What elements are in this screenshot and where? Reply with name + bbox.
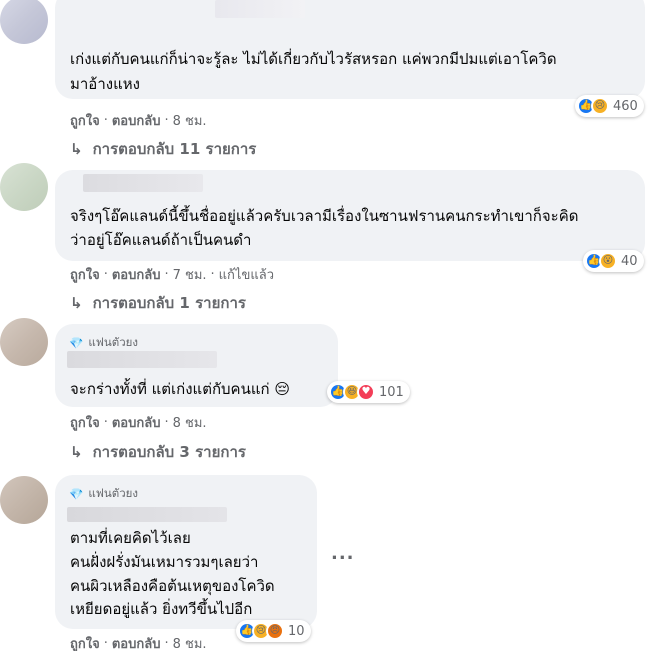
comment-text-line: มาอ้างแหง <box>70 75 140 93</box>
reaction-count: 460 <box>613 98 638 114</box>
reply-button[interactable]: ตอบกลับ <box>112 633 161 651</box>
reaction-summary[interactable]: 👍 😢 😠 10 <box>236 620 311 642</box>
like-button[interactable]: ถูกใจ <box>70 264 100 285</box>
comment-actions: ถูกใจ · ตอบกลับ · 8 ชม. <box>70 110 207 131</box>
more-options-button[interactable]: ... <box>331 543 355 564</box>
reply-arrow-icon: ↳ <box>70 294 83 312</box>
view-replies-link[interactable]: ↳ การตอบกลับ 3 รายการ <box>70 440 246 464</box>
timestamp[interactable]: 8 ชม. <box>173 633 207 651</box>
author-name[interactable] <box>83 174 203 192</box>
reaction-summary[interactable]: 👍 😢 460 <box>575 95 644 117</box>
like-button[interactable]: ถูกใจ <box>70 633 100 651</box>
comment-text-line: จะกร่างทั้งที่ แต่เก่งแต่กับคนแก่ 😔 <box>70 380 290 398</box>
view-replies-link[interactable]: ↳ การตอบกลับ 1 รายการ <box>70 291 246 315</box>
comment-text-line: คนฝั่งฝรั่งมันเหมารวมๆเลยว่า <box>70 553 259 571</box>
replies-label: การตอบกลับ 3 รายการ <box>92 443 246 461</box>
author-name[interactable] <box>67 507 227 522</box>
reply-arrow-icon: ↳ <box>70 140 83 158</box>
comment-actions: ถูกใจ · ตอบกลับ · 8 ชม. <box>70 412 207 433</box>
reaction-count: 40 <box>621 253 638 269</box>
reply-button[interactable]: ตอบกลับ <box>112 110 161 131</box>
comment-text-line: จริงๆโอ๊คแลนด์นี้ขึ้นชื่ออยู่แล้วครับเวล… <box>70 207 579 225</box>
wow-icon: 😮 <box>599 252 617 270</box>
reply-arrow-icon: ↳ <box>70 443 83 461</box>
angry-icon: 😠 <box>266 622 284 640</box>
edited-label[interactable]: แก้ไขแล้ว <box>219 264 274 285</box>
timestamp[interactable]: 8 ชม. <box>173 412 207 433</box>
diamond-icon: 💎 <box>69 487 84 501</box>
comment-actions: ถูกใจ · ตอบกลับ · 8 ชม. <box>70 633 207 651</box>
reaction-count: 10 <box>288 623 305 639</box>
avatar[interactable] <box>0 318 48 366</box>
top-fan-badge[interactable]: 💎 แฟนตัวยง <box>69 485 138 503</box>
comment-text-line: คนผิวเหลืองคือต้นเหตุของโควิด <box>70 577 275 595</box>
timestamp[interactable]: 7 ชม. <box>173 264 207 285</box>
sad-icon: 😢 <box>591 97 609 115</box>
avatar[interactable] <box>0 0 48 44</box>
comment-text-line: ว่าอยู่โอ๊คแลนด์ถ้าเป็นคนดำ <box>70 231 252 249</box>
like-button[interactable]: ถูกใจ <box>70 110 100 131</box>
replies-label: การตอบกลับ 1 รายการ <box>92 294 246 312</box>
badge-label: แฟนตัวยง <box>88 486 139 500</box>
avatar[interactable] <box>0 163 48 211</box>
reaction-count: 101 <box>379 384 404 400</box>
love-icon: ♥ <box>357 383 375 401</box>
comment-text-line: เหยียดอยู่แล้ว ยิ่งทวีขึ้นไปอีก <box>70 600 253 618</box>
view-replies-link[interactable]: ↳ การตอบกลับ 11 รายการ <box>70 137 256 161</box>
author-name[interactable] <box>215 0 305 18</box>
reply-button[interactable]: ตอบกลับ <box>112 264 161 285</box>
reaction-summary[interactable]: 👍 😮 40 <box>583 250 644 272</box>
top-fan-badge[interactable]: 💎 แฟนตัวยง <box>69 334 138 352</box>
diamond-icon: 💎 <box>69 336 84 350</box>
reply-button[interactable]: ตอบกลับ <box>112 412 161 433</box>
author-name[interactable] <box>67 351 217 368</box>
reaction-summary[interactable]: 👍 😆 ♥ 101 <box>327 381 410 403</box>
comment-text-line: ตามที่เคยคิดไว้เลย <box>70 529 191 547</box>
comment-text-line: เก่งแต่กับคนแก่ก็น่าจะรู้ละ ไม่ได้เกี่ยว… <box>70 50 557 68</box>
badge-label: แฟนตัวยง <box>88 335 139 349</box>
comment-actions: ถูกใจ · ตอบกลับ · 7 ชม. · แก้ไขแล้ว <box>70 264 274 285</box>
replies-label: การตอบกลับ 11 รายการ <box>92 140 257 158</box>
timestamp[interactable]: 8 ชม. <box>173 110 207 131</box>
avatar[interactable] <box>0 476 48 524</box>
like-button[interactable]: ถูกใจ <box>70 412 100 433</box>
